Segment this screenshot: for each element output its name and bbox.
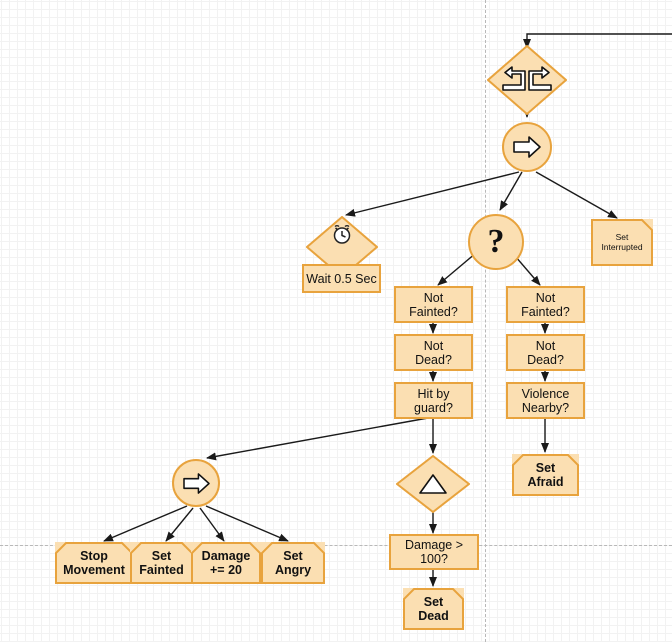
- node-stop-movement[interactable]: Stop Movement: [55, 542, 133, 584]
- node-sub-sequence[interactable]: [172, 459, 220, 507]
- node-root-sequence[interactable]: [502, 122, 552, 172]
- edge-sub-sequence-to-set-fainted: [165, 507, 194, 542]
- node-not-dead-left[interactable]: Not Dead?: [394, 334, 473, 371]
- behavior-tree-canvas[interactable]: Wait 0.5 Sec ? Set Interrupted Not Faint…: [0, 0, 672, 642]
- edge-sub-sequence-to-damage-add: [199, 507, 225, 542]
- arrow-right-icon: [182, 472, 210, 494]
- clock-icon: [306, 210, 378, 284]
- node-damage-check[interactable]: Damage > 100?: [389, 534, 479, 570]
- edge-hit-by-guard-to-sub-sequence: [206, 417, 429, 461]
- node-event-trigger[interactable]: [396, 455, 470, 513]
- node-selector[interactable]: ?: [468, 214, 524, 270]
- arrow-right-icon: [513, 136, 541, 158]
- edge-root-to-selector: [499, 171, 523, 211]
- node-hit-by-guard[interactable]: Hit by guard?: [394, 382, 473, 419]
- node-label: Not Fainted?: [521, 290, 570, 319]
- node-set-afraid[interactable]: Set Afraid: [512, 454, 579, 496]
- node-set-interrupted[interactable]: Set Interrupted: [591, 219, 653, 266]
- node-label: Set Angry: [274, 549, 312, 577]
- node-label: Set Dead: [418, 595, 449, 623]
- node-label: Not Dead?: [415, 338, 452, 367]
- node-set-dead[interactable]: Set Dead: [403, 588, 464, 630]
- edge-root-to-set-interrupted: [535, 171, 618, 219]
- triangle-icon: [396, 455, 470, 513]
- node-label: Damage > 100?: [404, 538, 464, 566]
- node-label: Set Interrupted: [601, 231, 643, 252]
- node-not-fainted-right[interactable]: Not Fainted?: [506, 286, 585, 323]
- node-violence-nearby[interactable]: Violence Nearby?: [506, 382, 585, 419]
- node-label: Set Afraid: [527, 461, 564, 489]
- edge-sub-sequence-to-set-angry: [205, 505, 289, 542]
- node-label: Not Fainted?: [409, 290, 458, 319]
- node-label: Hit by guard?: [414, 386, 453, 415]
- node-not-dead-right[interactable]: Not Dead?: [506, 334, 585, 371]
- vertical-guide-line: [485, 0, 486, 642]
- node-label: Set Fainted: [139, 549, 184, 577]
- node-set-angry[interactable]: Set Angry: [261, 542, 325, 584]
- question-mark-icon: ?: [487, 223, 505, 260]
- edge-sub-sequence-to-stop-movement: [103, 505, 188, 542]
- node-label: Violence Nearby?: [521, 386, 570, 415]
- node-not-fainted-left[interactable]: Not Fainted?: [394, 286, 473, 323]
- node-label: Damage += 20: [201, 549, 251, 577]
- node-damage-add[interactable]: Damage += 20: [191, 542, 261, 584]
- node-label: Stop Movement: [63, 549, 125, 577]
- node-set-fainted[interactable]: Set Fainted: [130, 542, 193, 584]
- node-wait-timer[interactable]: [306, 216, 378, 278]
- node-loop[interactable]: [487, 45, 567, 115]
- loop-repeat-icon: [487, 45, 567, 115]
- node-label: Not Dead?: [527, 338, 564, 367]
- edge-root-to-wait: [345, 171, 520, 217]
